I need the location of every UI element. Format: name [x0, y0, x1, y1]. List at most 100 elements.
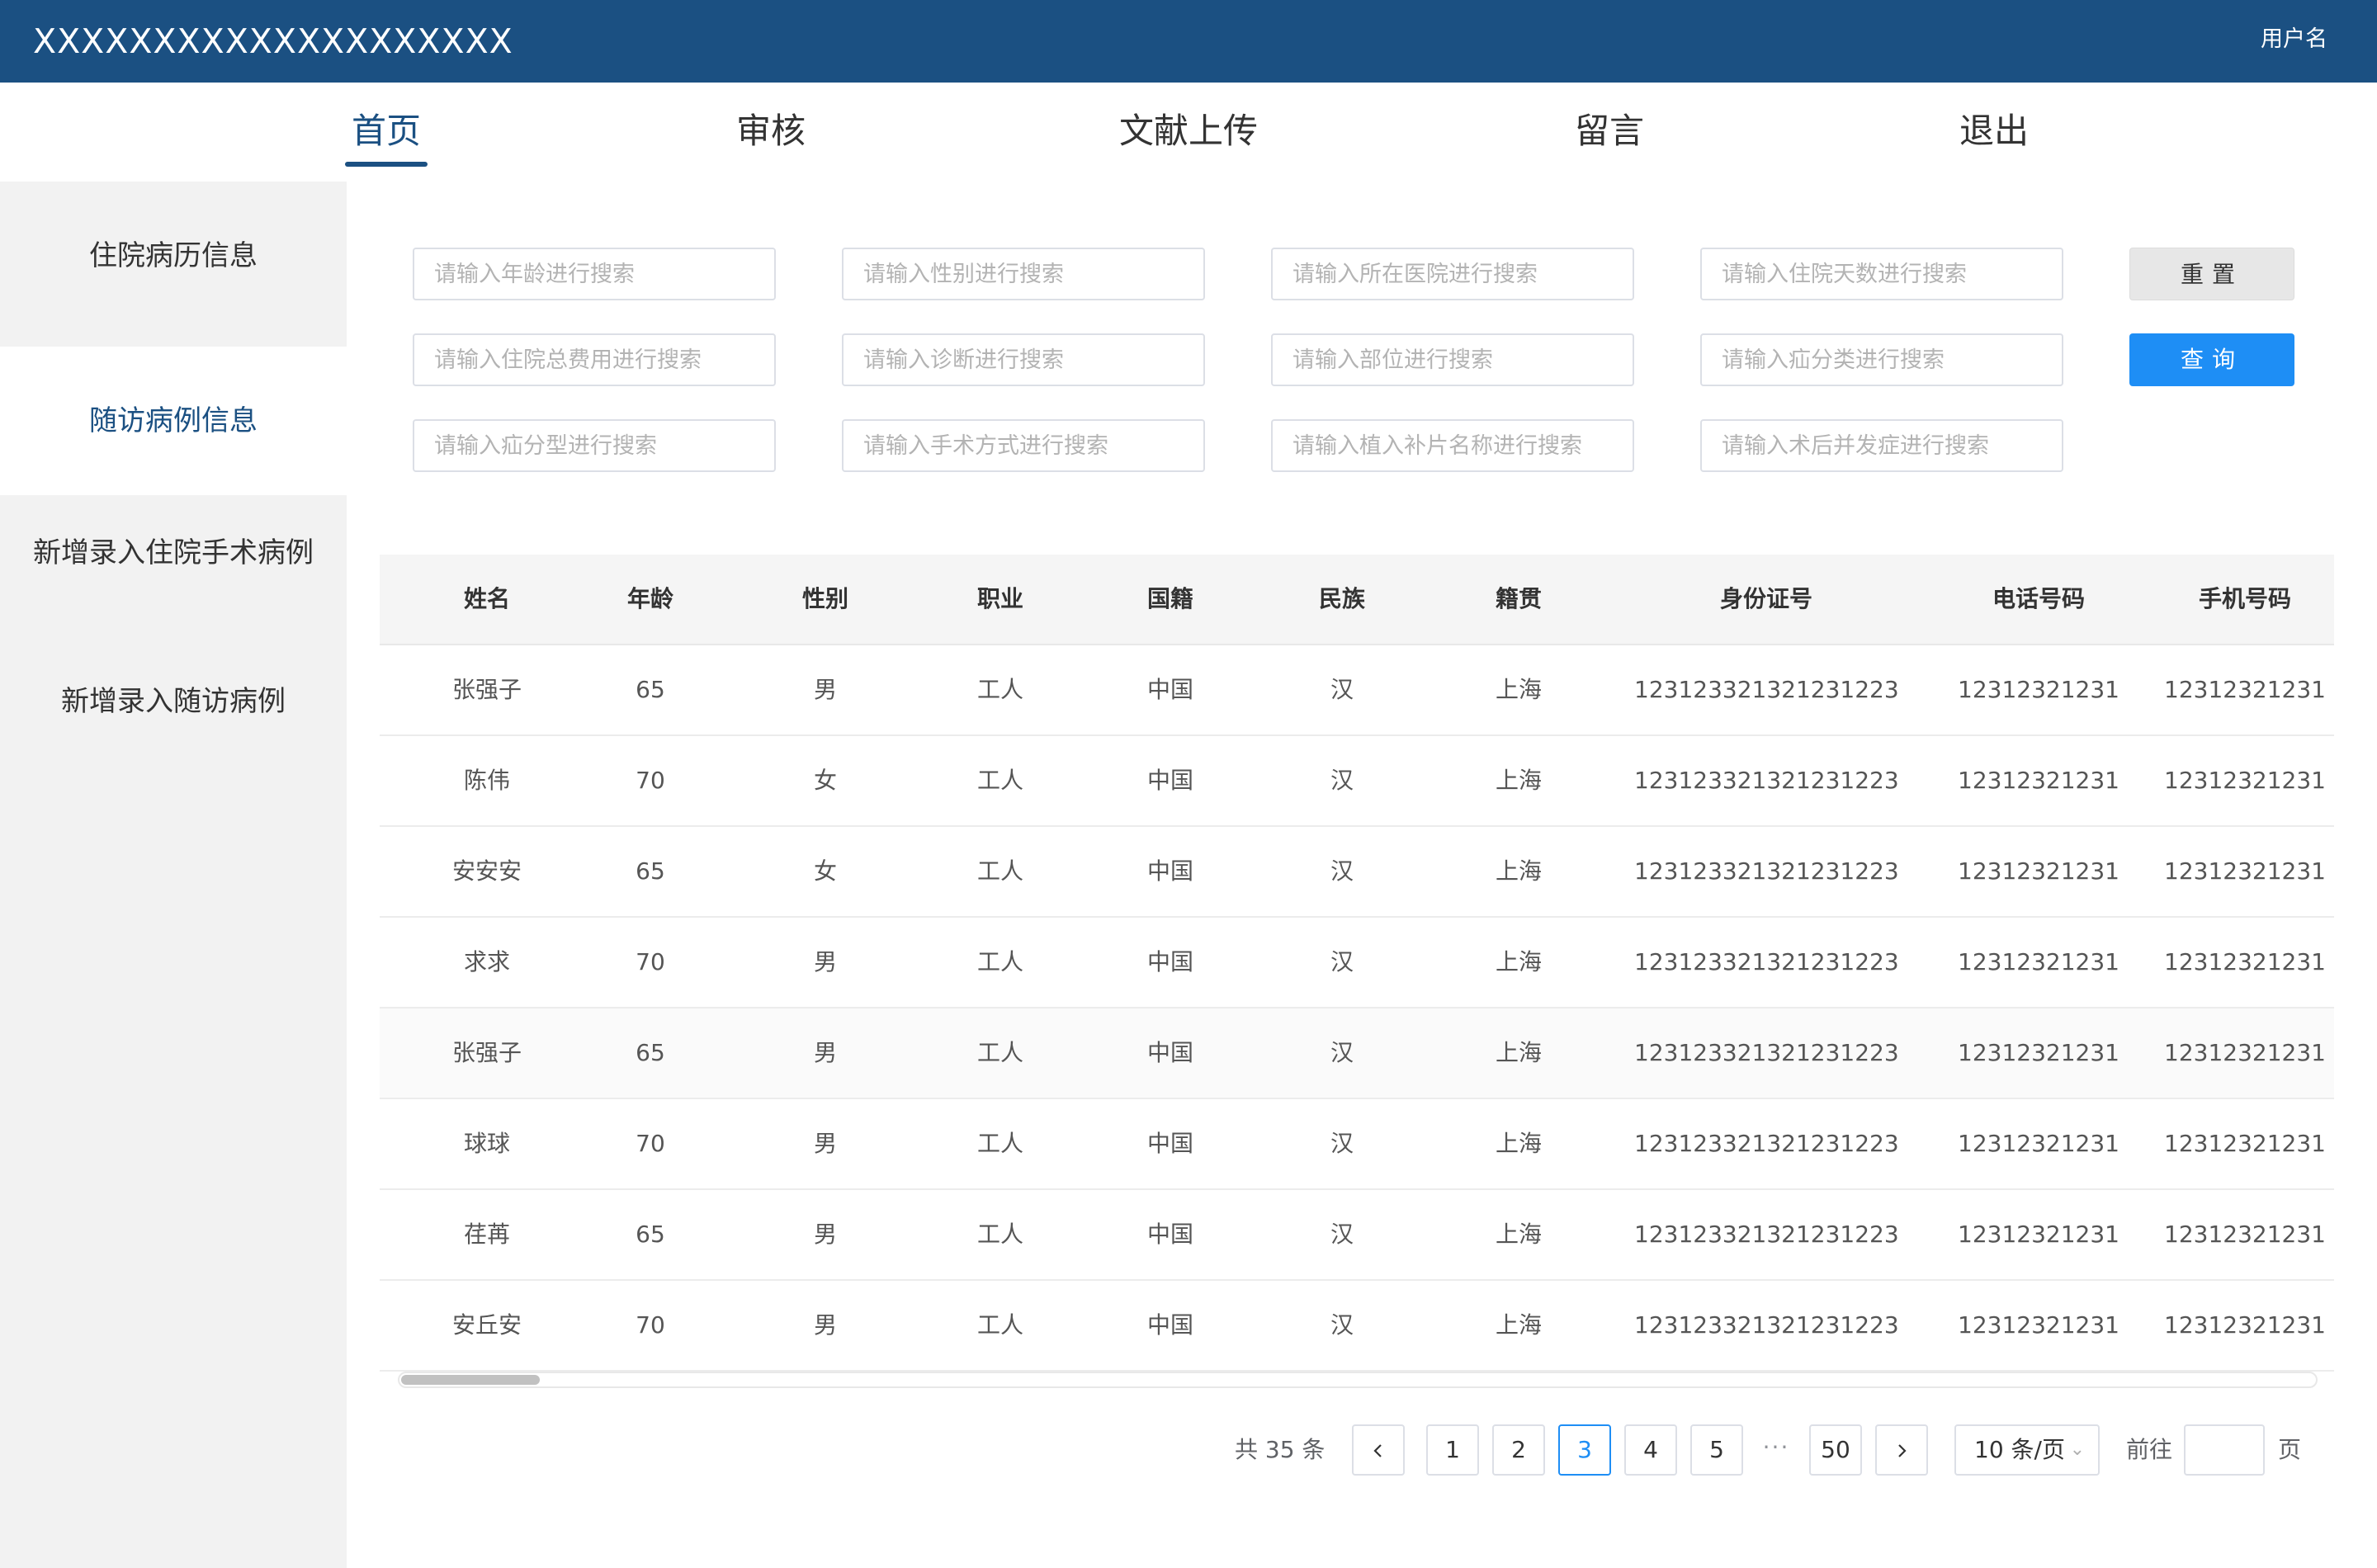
goto-prefix-label: 前往 [2126, 1436, 2173, 1463]
sidebar: 住院病历信息 随访病例信息 新增录入住院手术病例 新增录入随访病例 [0, 182, 347, 1568]
column-header-nationality[interactable]: 国籍 [1121, 555, 1220, 644]
column-header-occupation[interactable]: 职业 [959, 555, 1042, 644]
page-ellipsis[interactable]: ··· [1758, 1424, 1794, 1476]
search-stay-days-input[interactable] [1700, 248, 2063, 300]
cell-mobile: 12312321231 [2164, 857, 2326, 885]
column-header-mobile[interactable]: 手机号码 [2162, 555, 2327, 644]
cell-name: 荏苒 [463, 1221, 510, 1248]
search-hernia-class-input[interactable] [1700, 333, 2063, 386]
search-surgery-method-input[interactable] [842, 419, 1205, 472]
sidebar-item-inpatient-records[interactable]: 住院病历信息 [0, 182, 347, 330]
table-row[interactable]: 安安安 65 女 工人 中国 汉 上海 123123321321231223 123123212… [380, 827, 2334, 918]
search-mesh-name-input[interactable] [1271, 419, 1634, 472]
next-page-button[interactable] [1875, 1424, 1928, 1476]
search-hernia-type-input[interactable] [413, 419, 776, 472]
search-total-cost-input[interactable] [413, 333, 776, 386]
column-header-ethnicity[interactable]: 民族 [1301, 555, 1383, 644]
nav-tab-home[interactable]: 首页 [328, 106, 444, 157]
column-header-id-number[interactable]: 身份证号 [1634, 555, 1898, 644]
table-body: 张强子 65 男工人 中国汉上海 123123321321231223 123123212… [380, 645, 2334, 1372]
scrollbar-thumb[interactable] [401, 1375, 540, 1385]
cell-mobile: 12312321231 [2164, 676, 2326, 703]
table-row[interactable]: 张强子 65 男 工人 中国 汉 上海 123123321321231223 123123212… [380, 1008, 2334, 1099]
cell-native-place: 上海 [1495, 1311, 1542, 1339]
search-complication-input[interactable] [1700, 419, 2063, 472]
cell-mobile: 12312321231 [2164, 1130, 2326, 1157]
cell-id-number: 123123321321231223 [1634, 1039, 1899, 1066]
prev-page-button[interactable] [1352, 1424, 1405, 1476]
cell-ethnicity: 汉 [1330, 1311, 1354, 1339]
nav-tab-literature-upload[interactable]: 文献上传 [1089, 106, 1288, 157]
page-size-select[interactable]: 10 条/页 ⌄ [1954, 1424, 2100, 1476]
goto-suffix-label: 页 [2278, 1436, 2302, 1463]
search-age-input[interactable] [413, 248, 776, 300]
page-button-2[interactable]: 2 [1492, 1424, 1545, 1476]
cell-native-place: 上海 [1495, 1221, 1542, 1248]
sidebar-item-followup-cases[interactable]: 随访病例信息 [0, 347, 347, 495]
nav-tab-messages[interactable]: 留言 [1552, 106, 1667, 157]
cell-mobile: 12312321231 [2164, 1039, 2326, 1066]
cell-mobile: 12312321231 [2164, 1311, 2326, 1339]
chevron-right-icon [1898, 1444, 1907, 1457]
search-site-input[interactable] [1271, 333, 1634, 386]
cell-gender: 女 [813, 857, 837, 885]
patient-table: 姓名 年龄 性别 职业 国籍 民族 籍贯 身份证号 电话号码 手机号码 张强子 6… [380, 555, 2334, 1372]
chevron-left-icon [1373, 1444, 1382, 1457]
cell-name: 安安安 [451, 857, 522, 885]
cell-occupation: 工人 [976, 1130, 1023, 1157]
cell-age: 70 [636, 948, 665, 975]
search-diagnosis-input[interactable] [842, 333, 1205, 386]
page-button-5[interactable]: 5 [1690, 1424, 1743, 1476]
column-header-name[interactable]: 姓名 [437, 555, 536, 644]
table-row[interactable]: 荏苒 65 男 工人 中国 汉 上海 123123321321231223 1231232123… [380, 1190, 2334, 1281]
cell-ethnicity: 汉 [1330, 857, 1354, 885]
table-row[interactable]: 陈伟 70 女 工人 中国 汉 上海 123123321321231223 1231232123… [380, 736, 2334, 827]
cell-mobile: 12312321231 [2164, 767, 2326, 794]
cell-nationality: 中国 [1146, 1311, 1193, 1339]
reset-button[interactable]: 重置 [2129, 248, 2294, 300]
cell-name: 陈伟 [463, 767, 510, 794]
cell-nationality: 中国 [1146, 948, 1193, 975]
cell-gender: 男 [813, 1039, 837, 1066]
search-gender-input[interactable] [842, 248, 1205, 300]
table-row[interactable]: 安丘安 70 男 工人 中国 汉 上海 123123321321231223 123123212… [380, 1281, 2334, 1372]
table-row[interactable]: 张强子 65 男 工人 中国 汉 上海 123123321321231223 123123212… [380, 645, 2334, 736]
goto-page-input[interactable] [2184, 1424, 2265, 1476]
nav-tab-review[interactable]: 审核 [713, 106, 829, 157]
cell-age: 65 [636, 1039, 665, 1066]
cell-native-place: 上海 [1495, 676, 1542, 703]
page-button-4[interactable]: 4 [1624, 1424, 1677, 1476]
column-header-gender[interactable]: 性别 [784, 555, 867, 644]
sidebar-item-add-surgery-case[interactable]: 新增录入住院手术病例 [0, 479, 347, 627]
table-row[interactable]: 球球 70 男 工人 中国 汉 上海 123123321321231223 1231232123… [380, 1099, 2334, 1190]
cell-ethnicity: 汉 [1330, 1221, 1354, 1248]
cell-occupation: 工人 [976, 948, 1023, 975]
table-row[interactable]: 求求 70 男 工人 中国 汉 上海 123123321321231223 1231232123… [380, 918, 2334, 1008]
cell-occupation: 工人 [976, 676, 1023, 703]
cell-phone: 12312321231 [1958, 857, 2119, 885]
cell-gender: 男 [813, 676, 837, 703]
cell-gender: 男 [813, 1311, 837, 1339]
search-hospital-input[interactable] [1271, 248, 1634, 300]
nav-active-indicator [345, 162, 428, 167]
page-button-last[interactable]: 50 [1809, 1424, 1862, 1476]
page-button-1[interactable]: 1 [1426, 1424, 1479, 1476]
cell-name: 球球 [463, 1130, 510, 1157]
cell-gender: 女 [813, 767, 837, 794]
column-header-phone[interactable]: 电话号码 [1931, 555, 2146, 644]
query-button[interactable]: 查询 [2129, 333, 2294, 386]
sidebar-item-add-followup-case[interactable]: 新增录入随访病例 [0, 627, 347, 776]
column-header-native-place[interactable]: 籍贯 [1469, 555, 1568, 644]
nav-tab-logout[interactable]: 退出 [1936, 106, 2052, 157]
cell-phone: 12312321231 [1958, 1221, 2119, 1248]
cell-ethnicity: 汉 [1330, 1130, 1354, 1157]
page-button-3[interactable]: 3 [1558, 1424, 1611, 1476]
column-header-age[interactable]: 年龄 [609, 555, 692, 644]
table-horizontal-scrollbar[interactable] [398, 1372, 2318, 1388]
cell-native-place: 上海 [1495, 857, 1542, 885]
cell-phone: 12312321231 [1958, 1130, 2119, 1157]
user-name-link[interactable]: 用户名 [2261, 0, 2327, 79]
cell-ethnicity: 汉 [1330, 767, 1354, 794]
cell-age: 70 [636, 1130, 665, 1157]
cell-phone: 12312321231 [1958, 767, 2119, 794]
